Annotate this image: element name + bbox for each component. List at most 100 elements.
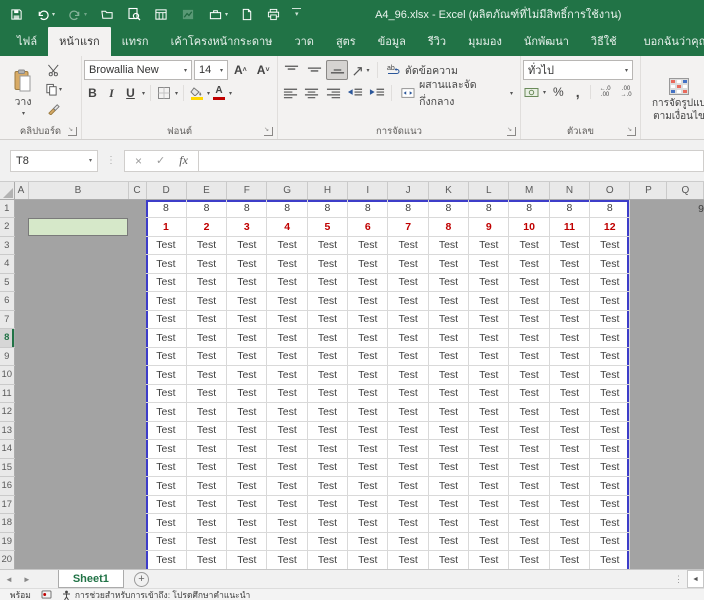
- column-header-O[interactable]: O: [590, 182, 630, 199]
- cell-H14[interactable]: Test: [307, 440, 347, 459]
- cell-F10[interactable]: Test: [227, 366, 267, 385]
- cell-L11[interactable]: Test: [469, 384, 509, 403]
- row-header-5[interactable]: 5: [0, 273, 14, 292]
- cell-N14[interactable]: Test: [549, 440, 589, 459]
- print-preview-icon[interactable]: [125, 5, 143, 23]
- cell-C16[interactable]: [128, 477, 146, 496]
- cell-F13[interactable]: Test: [227, 421, 267, 440]
- cell-Q9[interactable]: [667, 347, 704, 366]
- cell-A19[interactable]: [14, 532, 28, 551]
- cell-M2[interactable]: 10: [509, 218, 549, 237]
- cell-A18[interactable]: [14, 514, 28, 533]
- cell-D2[interactable]: 1: [146, 218, 186, 237]
- cell-D19[interactable]: Test: [146, 532, 186, 551]
- cell-G20[interactable]: Test: [267, 551, 307, 570]
- cell-B10[interactable]: [28, 366, 128, 385]
- cell-B15[interactable]: [28, 458, 128, 477]
- column-header-Q[interactable]: Q: [667, 182, 704, 199]
- cell-C13[interactable]: [128, 421, 146, 440]
- cell-M6[interactable]: Test: [509, 292, 549, 311]
- column-header-H[interactable]: H: [307, 182, 347, 199]
- cell-H18[interactable]: Test: [307, 514, 347, 533]
- cell-Q11[interactable]: [667, 384, 704, 403]
- cell-E7[interactable]: Test: [186, 310, 226, 329]
- cell-J17[interactable]: Test: [388, 495, 428, 514]
- cell-I3[interactable]: Test: [348, 236, 388, 255]
- cell-F15[interactable]: Test: [227, 458, 267, 477]
- cell-O19[interactable]: Test: [590, 532, 630, 551]
- cell-J20[interactable]: Test: [388, 551, 428, 570]
- cell-A14[interactable]: [14, 440, 28, 459]
- cell-K12[interactable]: Test: [428, 403, 468, 422]
- cell-M3[interactable]: Test: [509, 236, 549, 255]
- align-middle-icon[interactable]: [303, 60, 325, 80]
- cell-Q17[interactable]: [667, 495, 704, 514]
- tell-me-box[interactable]: บอกฉันว่าคุณต้องการทำ: [638, 32, 704, 56]
- cell-D8[interactable]: Test: [146, 329, 186, 348]
- row-header-19[interactable]: 19: [0, 532, 14, 551]
- row-header-9[interactable]: 9: [0, 347, 14, 366]
- font-name-select[interactable]: Browallia New▾: [84, 60, 192, 80]
- cell-C10[interactable]: [128, 366, 146, 385]
- cell-G3[interactable]: Test: [267, 236, 307, 255]
- cell-Q7[interactable]: [667, 310, 704, 329]
- cell-F11[interactable]: Test: [227, 384, 267, 403]
- cell-M12[interactable]: Test: [509, 403, 549, 422]
- cell-M13[interactable]: Test: [509, 421, 549, 440]
- cell-O10[interactable]: Test: [590, 366, 630, 385]
- cell-G16[interactable]: Test: [267, 477, 307, 496]
- cell-J2[interactable]: 7: [388, 218, 428, 237]
- sheet-nav-right-icon[interactable]: ►: [18, 570, 36, 588]
- cell-H16[interactable]: Test: [307, 477, 347, 496]
- cell-D5[interactable]: Test: [146, 273, 186, 292]
- cell-H5[interactable]: Test: [307, 273, 347, 292]
- copy-button[interactable]: ▾: [44, 82, 63, 97]
- row-header-11[interactable]: 11: [0, 384, 14, 403]
- cell-E9[interactable]: Test: [186, 347, 226, 366]
- cell-B18[interactable]: [28, 514, 128, 533]
- cell-O1[interactable]: 8: [590, 199, 630, 218]
- cell-J10[interactable]: Test: [388, 366, 428, 385]
- cell-C2[interactable]: [128, 218, 146, 237]
- cell-F18[interactable]: Test: [227, 514, 267, 533]
- cell-G1[interactable]: 8: [267, 199, 307, 218]
- font-dialog-launcher[interactable]: ↘: [264, 127, 273, 136]
- cell-H6[interactable]: Test: [307, 292, 347, 311]
- cell-L3[interactable]: Test: [469, 236, 509, 255]
- cell-E8[interactable]: Test: [186, 329, 226, 348]
- cell-K18[interactable]: Test: [428, 514, 468, 533]
- cell-O6[interactable]: Test: [590, 292, 630, 311]
- format-painter-button[interactable]: [44, 101, 63, 116]
- cell-D16[interactable]: Test: [146, 477, 186, 496]
- cell-B4[interactable]: [28, 255, 128, 274]
- cell-I6[interactable]: Test: [348, 292, 388, 311]
- cell-L14[interactable]: Test: [469, 440, 509, 459]
- cell-A17[interactable]: [14, 495, 28, 514]
- customize-quick-access-icon[interactable]: ▾: [292, 8, 301, 20]
- cell-H10[interactable]: Test: [307, 366, 347, 385]
- cell-D13[interactable]: Test: [146, 421, 186, 440]
- cell-A11[interactable]: [14, 384, 28, 403]
- align-bottom-icon[interactable]: [326, 60, 348, 80]
- cell-B13[interactable]: [28, 421, 128, 440]
- cell-P14[interactable]: [630, 440, 667, 459]
- column-header-A[interactable]: A: [14, 182, 28, 199]
- row-header-14[interactable]: 14: [0, 440, 14, 459]
- sheet-nav-left-icon[interactable]: ◄: [0, 570, 18, 588]
- underline-button[interactable]: U: [122, 84, 139, 103]
- cell-P12[interactable]: [630, 403, 667, 422]
- row-header-15[interactable]: 15: [0, 458, 14, 477]
- cell-O7[interactable]: Test: [590, 310, 630, 329]
- cell-I12[interactable]: Test: [348, 403, 388, 422]
- cell-L6[interactable]: Test: [469, 292, 509, 311]
- cell-D11[interactable]: Test: [146, 384, 186, 403]
- cell-A5[interactable]: [14, 273, 28, 292]
- cell-F6[interactable]: Test: [227, 292, 267, 311]
- cell-N8[interactable]: Test: [549, 329, 589, 348]
- row-header-20[interactable]: 20: [0, 551, 14, 570]
- cell-P13[interactable]: [630, 421, 667, 440]
- cell-B1[interactable]: [28, 199, 128, 218]
- cell-P15[interactable]: [630, 458, 667, 477]
- cell-C18[interactable]: [128, 514, 146, 533]
- chart-icon[interactable]: [179, 6, 197, 23]
